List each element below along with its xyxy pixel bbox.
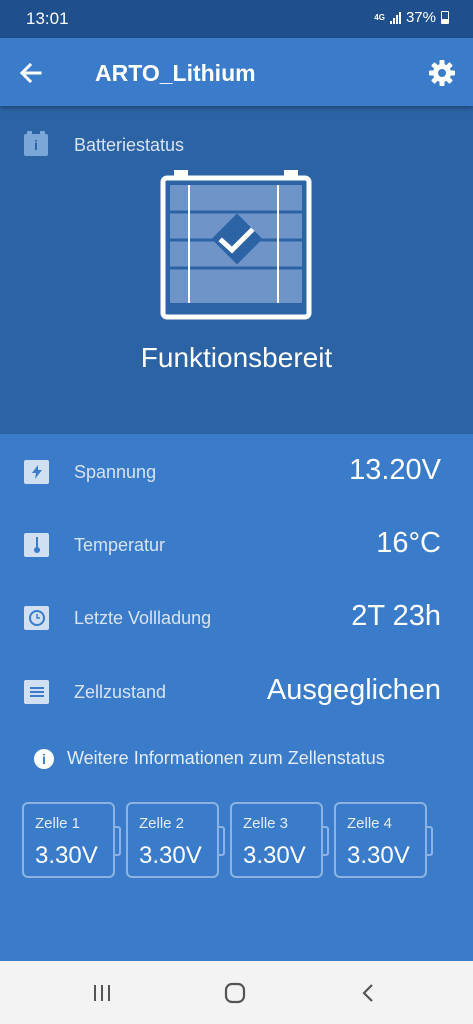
back-button[interactable]: [14, 56, 48, 90]
thermometer-icon: [24, 533, 49, 557]
system-navigation-bar: [0, 961, 473, 1024]
recent-apps-button[interactable]: [89, 981, 115, 1005]
signal-icon: [389, 11, 401, 24]
battery-icon: [441, 11, 449, 24]
cell-card: Zelle 2 3.30V: [126, 802, 225, 878]
metric-value: 16°C: [376, 527, 441, 559]
network-type: 4G: [374, 12, 385, 22]
cell-name: Zelle 3: [243, 815, 289, 832]
battery-status-panel: i Batteriestatus Funktionsbereit: [0, 106, 473, 434]
home-icon: [224, 982, 246, 1004]
gear-icon: [429, 60, 455, 86]
cell-card: Zelle 3 3.30V: [230, 802, 329, 878]
settings-button[interactable]: [427, 58, 457, 88]
metric-row-last-full-charge: Letzte Vollladung 2T 23h: [0, 598, 473, 638]
recent-apps-icon: [94, 985, 110, 1001]
metric-label: Letzte Vollladung: [74, 608, 212, 628]
info-icon: i: [34, 748, 54, 769]
more-cell-info-link[interactable]: i Weitere Informationen zum Zellenstatus: [34, 748, 385, 769]
battery-status-header: i Batteriestatus: [24, 131, 185, 156]
metric-value: 13.20V: [349, 454, 441, 486]
list-icon: [24, 680, 49, 704]
battery-percent: 37%: [405, 9, 436, 26]
cell-name: Zelle 4: [347, 815, 393, 832]
metric-value: Ausgeglichen: [266, 674, 441, 706]
metric-row-cell-state: Zellzustand Ausgeglichen: [0, 672, 473, 712]
metric-label: Spannung: [74, 462, 157, 482]
more-cell-info-label: Weitere Informationen zum Zellenstatus: [67, 748, 385, 768]
metric-label: Zellzustand: [74, 682, 167, 702]
chevron-left-icon: [362, 984, 373, 1002]
metric-label: Temperatur: [74, 535, 166, 555]
home-button[interactable]: [222, 981, 248, 1005]
cell-voltage: 3.30V: [35, 842, 98, 869]
metrics-panel: Spannung 13.20V Temperatur 16°C Letzte V…: [0, 434, 473, 961]
page-title: ARTO_Lithium: [95, 60, 256, 86]
cell-voltage: 3.30V: [139, 842, 202, 869]
cell-card: Zelle 4 3.30V: [334, 802, 433, 878]
cell-name: Zelle 1: [35, 815, 81, 832]
bolt-icon: [24, 460, 49, 484]
metric-row-temperature: Temperatur 16°C: [0, 525, 473, 565]
battery-state: Funktionsbereit: [140, 342, 333, 373]
arrow-left-icon: [19, 62, 42, 84]
cell-voltage: 3.30V: [347, 842, 410, 869]
battery-info-icon: i: [24, 131, 48, 156]
nav-back-button[interactable]: [355, 981, 381, 1005]
cell-voltage: 3.30V: [243, 842, 306, 869]
metric-value: 2T 23h: [351, 600, 441, 632]
status-indicators: 4G 37%: [374, 9, 449, 26]
metric-row-voltage: Spannung 13.20V: [0, 452, 473, 492]
status-time: 13:01: [26, 9, 69, 28]
cell-list: Zelle 1 3.30V Zelle 2 3.30V Zelle 3 3.30…: [22, 802, 433, 878]
cell-card: Zelle 1 3.30V: [22, 802, 121, 878]
clock-icon: [24, 606, 49, 630]
cell-name: Zelle 2: [139, 815, 185, 832]
battery-check-icon: [160, 170, 312, 320]
battery-status-label: Batteriestatus: [74, 134, 185, 155]
app-bar: ARTO_Lithium: [0, 38, 473, 106]
system-status-bar: 13:01 4G 37%: [0, 0, 473, 38]
